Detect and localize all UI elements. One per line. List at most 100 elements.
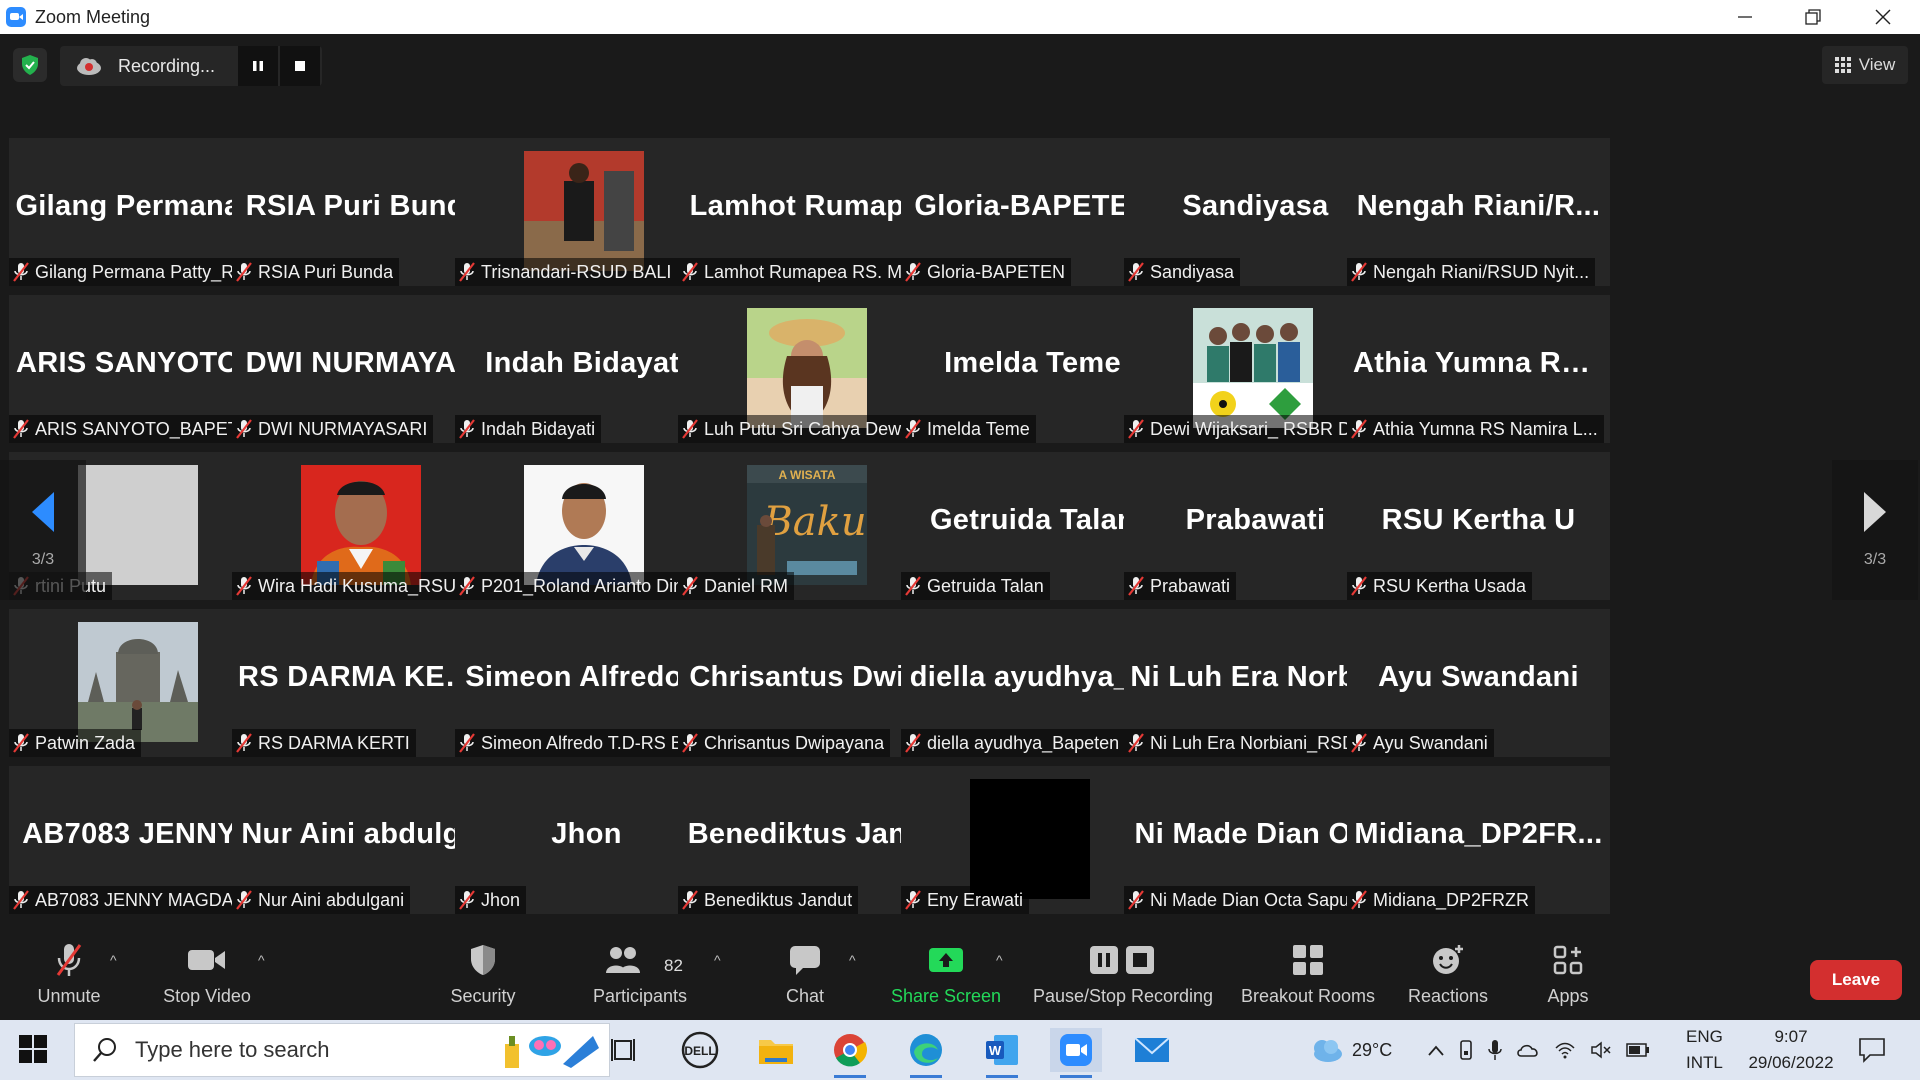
chrome-button[interactable] — [824, 1028, 876, 1078]
chat-options-caret[interactable]: ^ — [849, 952, 856, 968]
participant-photo — [524, 151, 644, 271]
apps-button[interactable]: Apps — [1528, 926, 1608, 1020]
participant-tile[interactable]: Midiana_DP2FR... Midiana_DP2FRZR — [1347, 766, 1610, 914]
unmute-button[interactable]: Unmute — [24, 926, 114, 1020]
participant-photo — [970, 779, 1090, 899]
participants-label: Participants — [592, 986, 688, 1006]
participant-tile[interactable]: Ayu Swandani Ayu Swandani — [1347, 609, 1610, 757]
dell-app-button[interactable]: DELL — [674, 1028, 726, 1072]
participant-video — [301, 465, 421, 585]
participant-name-tag: Jhon — [455, 886, 527, 914]
muted-microphone-icon — [905, 890, 921, 910]
wifi-icon[interactable] — [1554, 1041, 1576, 1059]
participant-name-tag: Prabawati — [1124, 572, 1237, 600]
security-button[interactable]: Security — [440, 926, 526, 1020]
participant-name: Midiana_DP2FRZR — [1373, 889, 1530, 910]
notification-icon — [1859, 1038, 1885, 1063]
muted-microphone-icon — [236, 262, 252, 282]
reactions-button[interactable]: Reactions — [1402, 926, 1494, 1020]
microphone-icon[interactable] — [1488, 1039, 1502, 1061]
previous-page-button[interactable]: 3/3 — [0, 460, 86, 600]
encryption-shield-button[interactable] — [13, 48, 47, 82]
taskbar-search-box[interactable]: Type here to search — [74, 1023, 610, 1077]
breakout-rooms-button[interactable]: Breakout Rooms — [1234, 926, 1382, 1020]
leave-button[interactable]: Leave — [1810, 960, 1902, 1000]
notifications-button[interactable] — [1858, 1020, 1886, 1080]
zoom-app-icon — [6, 7, 26, 27]
participant-name-tag: Gilang Permana Patty_RS... — [9, 258, 266, 286]
windows-start-button[interactable] — [18, 1034, 48, 1064]
recording-indicator: Recording... — [60, 46, 322, 86]
share-screen-button[interactable]: Share Screen — [884, 926, 1008, 1020]
participant-name: Ni Made Dian Octa Saput... — [1150, 889, 1370, 910]
pause-recording-button[interactable] — [238, 46, 278, 86]
reactions-smiley-icon — [1431, 938, 1465, 982]
muted-microphone-icon — [236, 733, 252, 753]
participant-name-tag: Ni Luh Era Norbiani_RSDK — [1124, 729, 1374, 757]
search-placeholder: Type here to search — [135, 1037, 330, 1062]
minimize-button[interactable] — [1710, 0, 1780, 34]
participant-name-tag: Trisnandari-RSUD BALI M... — [455, 258, 712, 286]
zoom-taskbar-button[interactable] — [1050, 1028, 1102, 1078]
participant-name: Indah Bidayati — [481, 418, 596, 439]
cloud-icon — [1314, 1040, 1342, 1062]
participant-video — [78, 465, 198, 585]
page-indicator-left: 3/3 — [31, 551, 55, 568]
clock-date: 29/06/2022 — [1748, 1053, 1834, 1072]
mail-button[interactable] — [1126, 1028, 1178, 1072]
close-button[interactable] — [1848, 0, 1918, 34]
share-options-caret[interactable]: ^ — [996, 952, 1003, 968]
participants-options-caret[interactable]: ^ — [714, 952, 721, 968]
participant-name-tag: Simeon Alfredo T.D-RS B... — [455, 729, 704, 757]
chat-button[interactable]: Chat — [770, 926, 840, 1020]
participant-name: Benediktus Jandut — [704, 889, 853, 910]
restore-button[interactable] — [1778, 0, 1848, 34]
stop-recording-button[interactable] — [280, 46, 320, 86]
apps-label: Apps — [1547, 986, 1589, 1006]
participant-tile[interactable]: RSU Kertha U RSU Kertha Usada — [1347, 452, 1610, 600]
pause-stop-recording-label: Pause/Stop Recording — [1032, 986, 1214, 1006]
weather-widget[interactable]: 29°C — [1308, 1020, 1392, 1080]
participant-display-name: Midiana_DP2FR... — [1354, 818, 1603, 850]
svg-text:A WISATA: A WISATA — [778, 468, 835, 482]
participant-name: Getruida Talan — [927, 575, 1044, 596]
chevron-up-icon[interactable] — [1428, 1044, 1444, 1056]
recording-cloud-icon — [76, 56, 102, 76]
participant-tile[interactable]: Nengah Riani/R... Nengah Riani/RSUD Nyit.… — [1347, 138, 1610, 286]
muted-microphone-icon — [1128, 890, 1144, 910]
pause-stop-recording-button[interactable]: Pause/Stop Recording — [1030, 926, 1216, 1020]
language-top: ENG — [1686, 1027, 1723, 1046]
participant-tile[interactable]: Athia Yumna RS... Athia Yumna RS Namira L… — [1347, 295, 1610, 443]
taskview-button[interactable] — [598, 1028, 650, 1072]
view-button[interactable]: View — [1822, 46, 1908, 84]
language-indicator[interactable]: ENG INTL — [1686, 1020, 1723, 1080]
battery-icon[interactable] — [1626, 1043, 1650, 1057]
word-button[interactable]: W — [976, 1028, 1028, 1078]
edge-button[interactable] — [900, 1028, 952, 1078]
participant-name-tag: P201_Roland Arianto Dim... — [455, 572, 710, 600]
participant-name: RSU Kertha Usada — [1373, 575, 1527, 596]
participant-photo — [1193, 308, 1313, 428]
participant-name-tag: Patwin Zada — [9, 729, 142, 757]
device-icon[interactable] — [1458, 1039, 1474, 1061]
participant-name-tag: Imelda Teme — [901, 415, 1036, 443]
recording-label: Recording... — [118, 55, 216, 76]
svg-text:Baku: Baku — [762, 499, 866, 545]
video-options-caret[interactable]: ^ — [258, 952, 265, 968]
participant-photo — [747, 308, 867, 428]
audio-options-caret[interactable]: ^ — [110, 952, 117, 968]
clock[interactable]: 9:07 29/06/2022 — [1736, 1020, 1846, 1080]
participant-name: Athia Yumna RS Namira L... — [1373, 418, 1598, 439]
stop-video-button[interactable]: Stop Video — [152, 926, 262, 1020]
speaker-muted-icon[interactable] — [1590, 1041, 1612, 1059]
participant-name: Luh Putu Sri Cahya Dewi-... — [704, 418, 927, 439]
onedrive-cloud-icon[interactable] — [1516, 1042, 1540, 1058]
participant-name-tag: Daniel RM — [678, 572, 795, 600]
participant-name-tag: Athia Yumna RS Namira L... — [1347, 415, 1604, 443]
participant-name-tag: Nengah Riani/RSUD Nyit... — [1347, 258, 1596, 286]
muted-microphone-icon — [1351, 576, 1367, 596]
file-explorer-button[interactable] — [750, 1028, 802, 1072]
next-page-button[interactable]: 3/3 — [1832, 460, 1918, 600]
participant-name: Gloria-BAPETEN — [927, 261, 1066, 282]
reactions-label: Reactions — [1407, 986, 1489, 1006]
